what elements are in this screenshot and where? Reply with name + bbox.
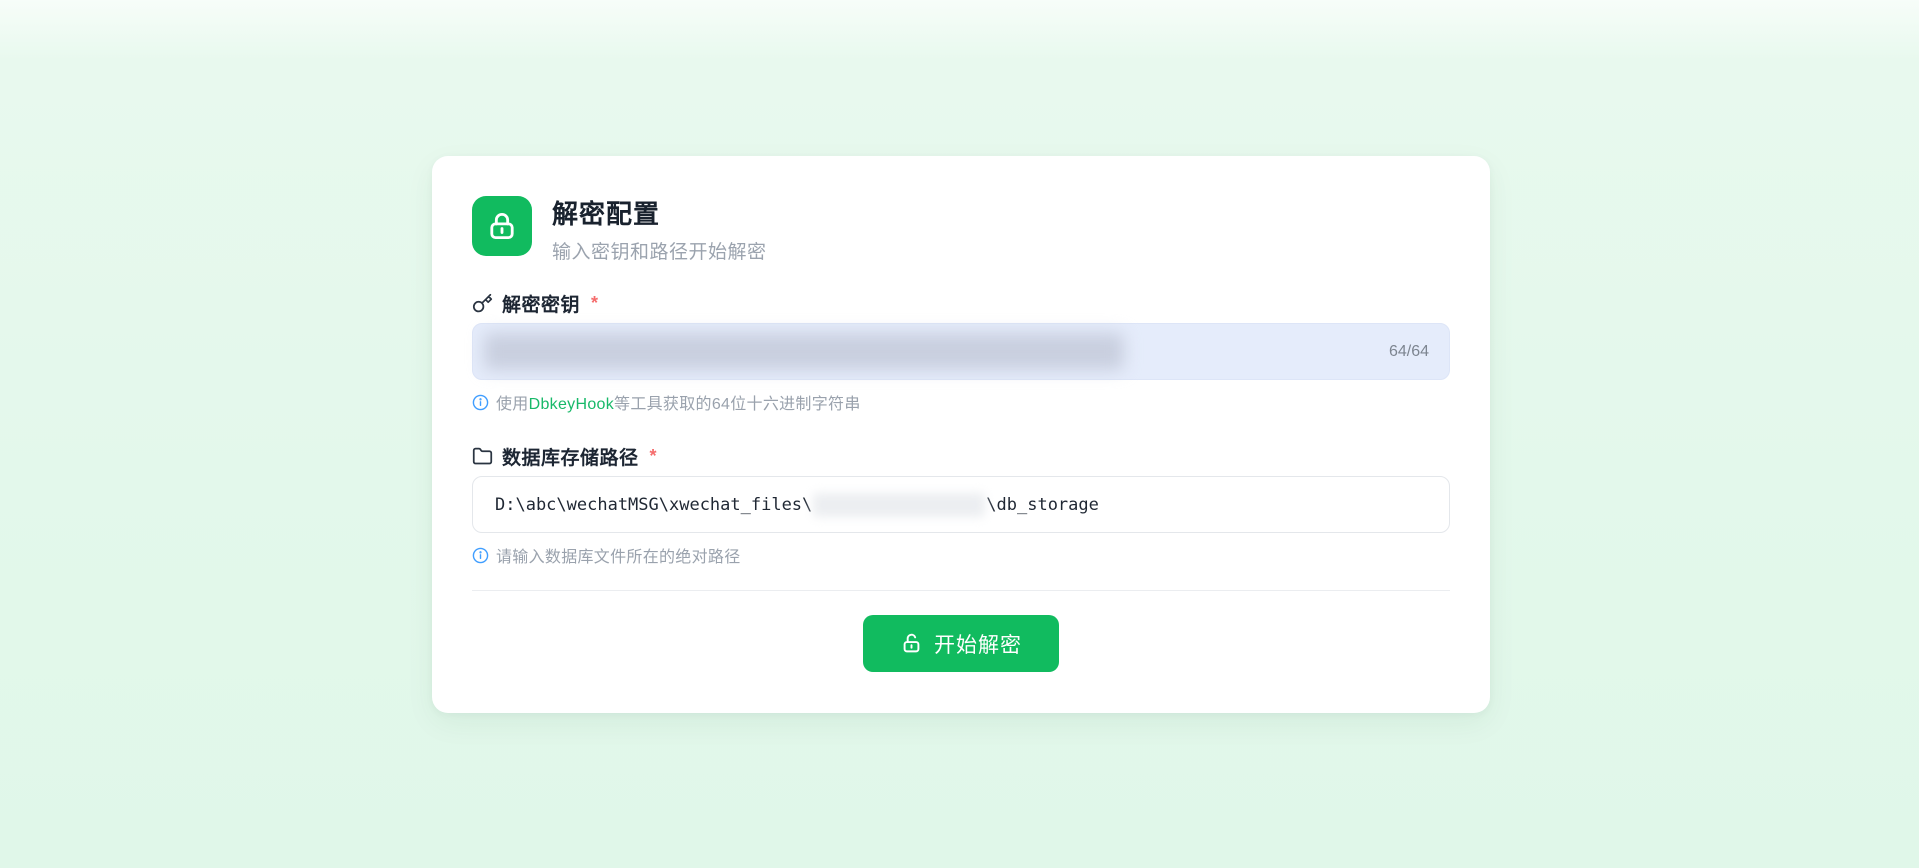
decrypt-key-help: 使用DbkeyHook等工具获取的64位十六进制字符串 <box>472 390 861 414</box>
start-decrypt-button[interactable]: 开始解密 <box>863 615 1059 672</box>
header-texts: 解密配置 输入密钥和路径开始解密 <box>552 196 767 264</box>
help-suffix: 等工具获取的64位十六进制字符串 <box>614 396 861 413</box>
db-path-prefix: D:\abc\wechatMSG\xwechat_files\ <box>495 495 812 515</box>
help-prefix: 使用 <box>496 396 529 413</box>
decrypt-key-help-text: 使用DbkeyHook等工具获取的64位十六进制字符串 <box>496 390 861 414</box>
dbkeyhook-link[interactable]: DbkeyHook <box>529 396 614 413</box>
db-path-label-text: 数据库存储路径 <box>502 443 639 470</box>
required-marker: * <box>650 446 658 467</box>
key-icon <box>472 293 493 314</box>
decrypt-key-label: 解密密钥 * <box>472 290 599 317</box>
card-header: 解密配置 输入密钥和路径开始解密 <box>472 196 767 264</box>
folder-icon <box>472 446 493 467</box>
decrypt-key-redacted-value <box>484 333 1124 370</box>
divider <box>472 590 1450 591</box>
char-counter: 64/64 <box>1389 343 1429 361</box>
unlock-icon <box>900 632 923 655</box>
db-path-redacted-segment <box>813 493 985 517</box>
decrypt-config-card: 解密配置 输入密钥和路径开始解密 解密密钥 * 64/64 使用DbkeyHoo… <box>432 156 1490 713</box>
required-marker: * <box>591 293 599 314</box>
page-subtitle: 输入密钥和路径开始解密 <box>552 237 767 264</box>
lock-icon <box>472 196 532 256</box>
db-path-suffix: \db_storage <box>986 495 1099 515</box>
db-path-help: 请输入数据库文件所在的绝对路径 <box>472 543 741 567</box>
start-decrypt-label: 开始解密 <box>934 629 1022 659</box>
page-title: 解密配置 <box>552 200 767 230</box>
db-path-input[interactable]: D:\abc\wechatMSG\xwechat_files\ \db_stora… <box>472 476 1450 533</box>
db-path-help-text: 请输入数据库文件所在的绝对路径 <box>496 543 741 567</box>
info-icon <box>472 547 489 564</box>
decrypt-key-label-text: 解密密钥 <box>502 290 580 317</box>
db-path-label: 数据库存储路径 * <box>472 443 657 470</box>
info-icon <box>472 394 489 411</box>
decrypt-key-input[interactable]: 64/64 <box>472 323 1450 380</box>
